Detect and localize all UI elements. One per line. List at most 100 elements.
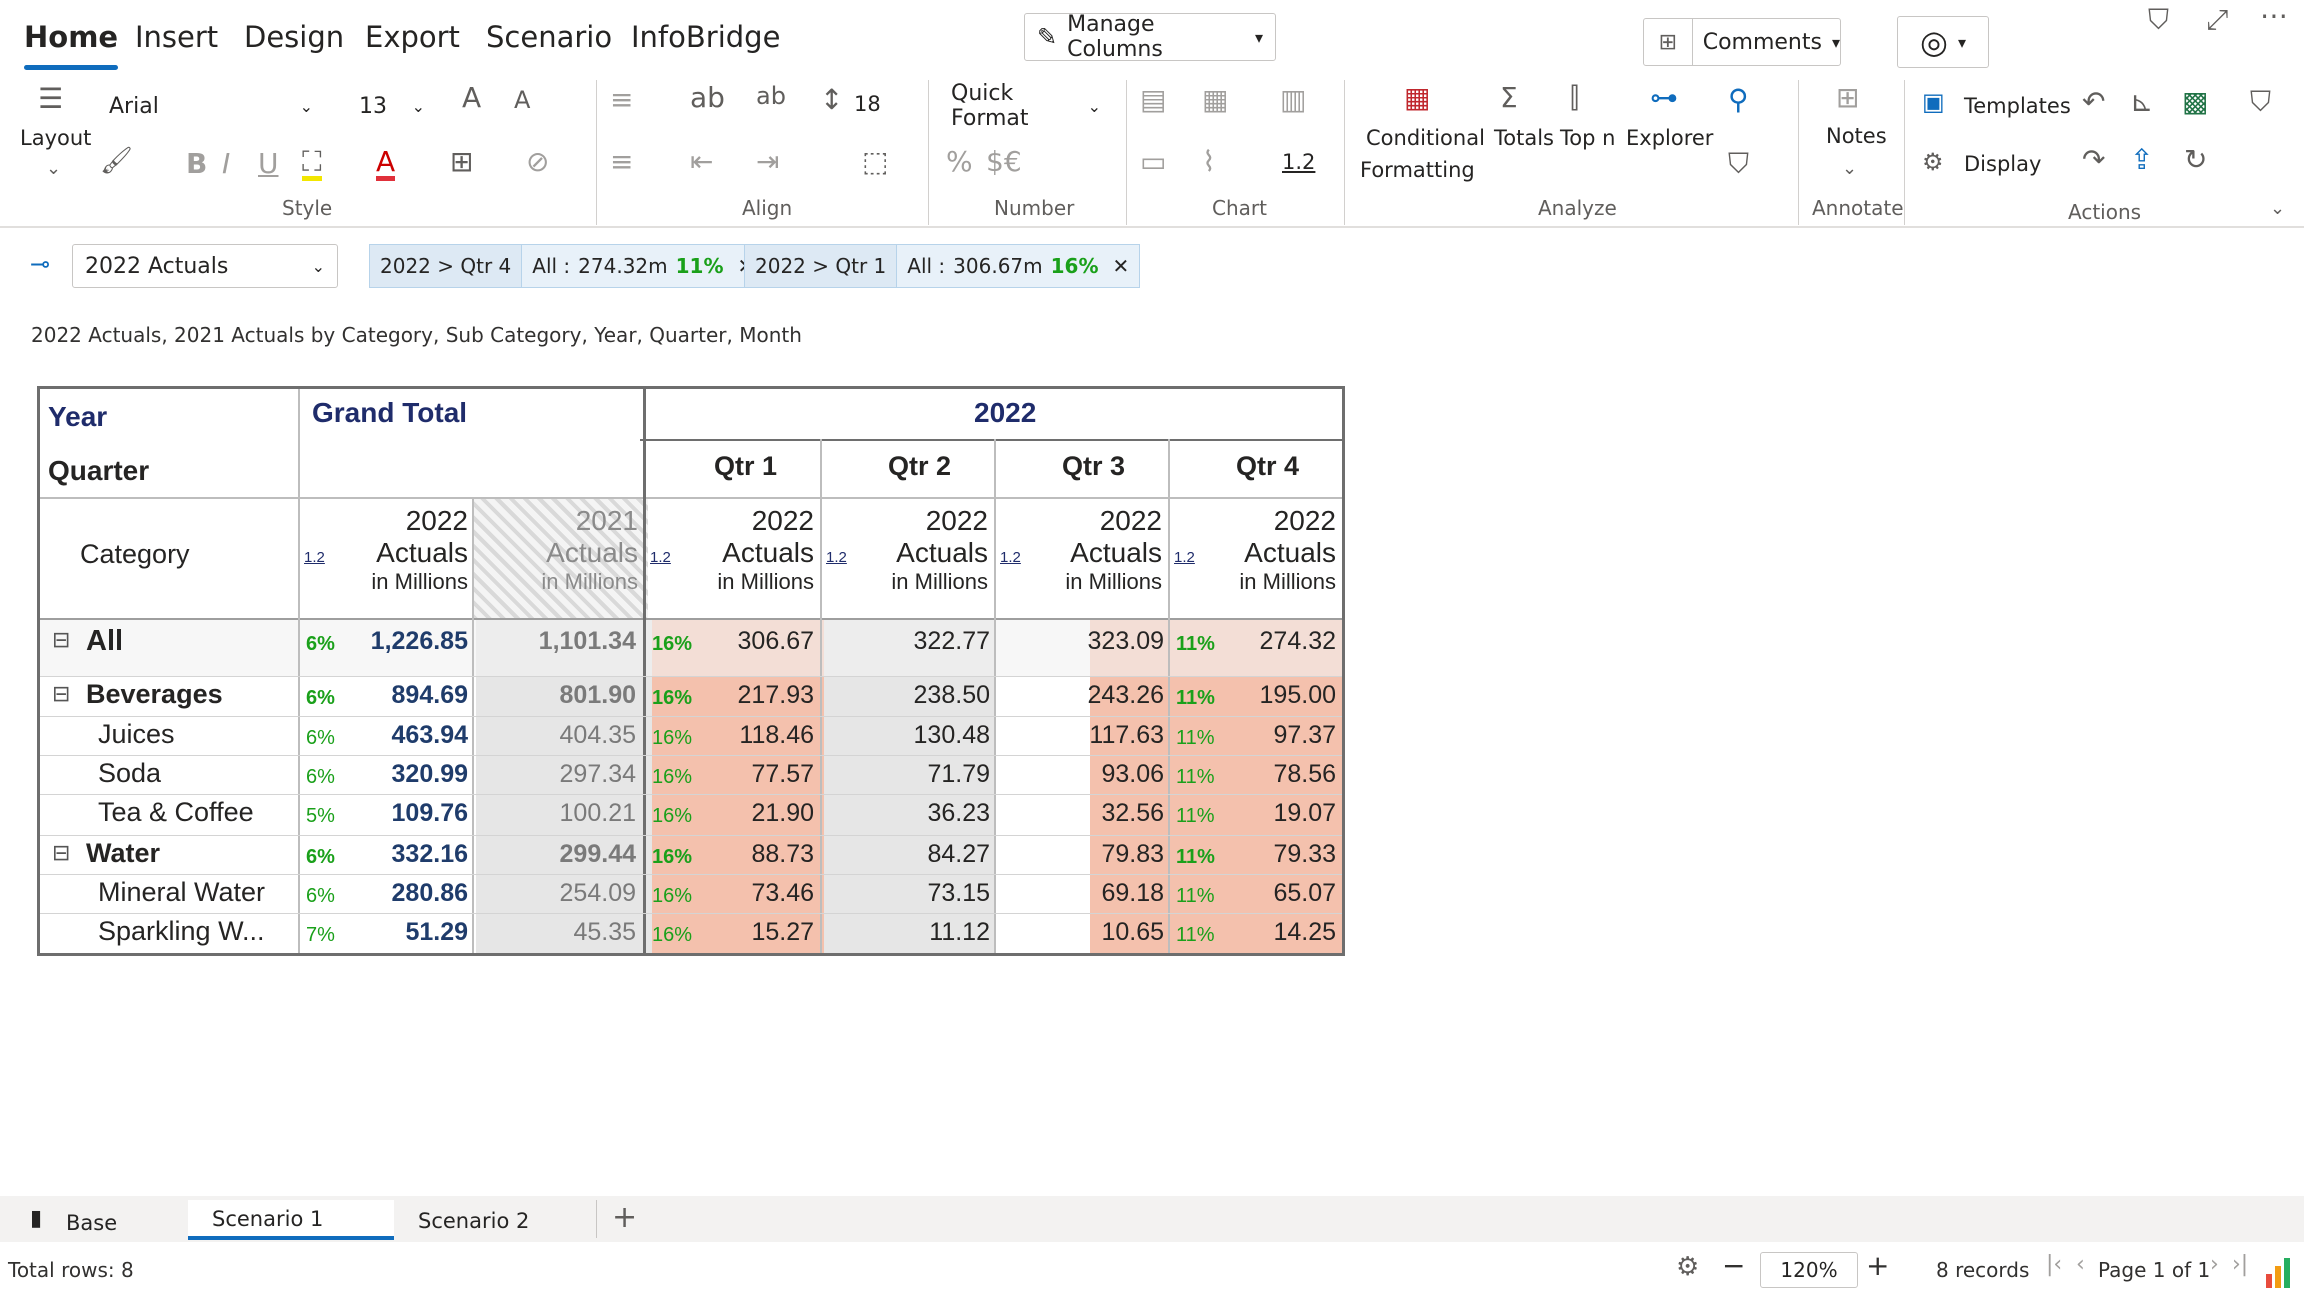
upload-icon[interactable]: ⇪ (2130, 146, 2153, 174)
filter-icon[interactable]: ⛉ (2148, 6, 2169, 34)
decrease-font-icon[interactable]: A (514, 88, 530, 112)
first-page-icon[interactable]: |‹ (2046, 1254, 2062, 1276)
borders-icon[interactable]: ⊞ (450, 148, 473, 176)
formatting-label[interactable]: Formatting (1360, 158, 1475, 182)
chevron-down-icon[interactable]: ⌄ (46, 160, 61, 178)
group-align-label: Align (742, 196, 793, 220)
tab-scenario-1[interactable]: Scenario 1 (212, 1207, 323, 1231)
conditional-formatting-icon[interactable]: ▦ (1404, 84, 1430, 112)
cell-padding-icon[interactable]: ⬚ (862, 148, 888, 176)
variance-pct: 11% (1176, 727, 1215, 749)
display-label[interactable]: Display (1964, 152, 2041, 176)
templates-icon[interactable]: ▣ (1922, 90, 1945, 114)
format-painter-icon[interactable]: 🖌 (100, 148, 133, 174)
grand-total-label: Grand Total (312, 397, 468, 428)
percent-icon[interactable]: % (946, 148, 973, 176)
quick-format-select[interactable]: Quick Format ⌄ (938, 81, 1114, 131)
bold-icon[interactable]: B (186, 150, 207, 178)
zoom-out-button[interactable]: − (1722, 1252, 1745, 1280)
collapse-icon[interactable]: ⊟ (52, 681, 70, 707)
bar-chart-icon[interactable]: ▤ (1140, 86, 1166, 114)
measure-header-line: 2021 (575, 505, 638, 536)
hide-icon[interactable]: ⊘ (526, 148, 549, 176)
add-tab-button[interactable]: + (612, 1200, 637, 1235)
refresh-icon[interactable]: ↻ (2184, 146, 2207, 174)
explorer-icon[interactable]: ⊶ (1650, 84, 1678, 112)
filter-chip-label: All : (532, 254, 571, 278)
tab-scenario[interactable]: Scenario (486, 20, 612, 54)
notes-icon[interactable]: ⊞ (1836, 84, 1859, 112)
tab-infobridge[interactable]: InfoBridge (631, 20, 780, 54)
format-clear-icon[interactable]: ⛉ (2250, 88, 2271, 116)
align-middle-icon[interactable]: ≡ (610, 148, 633, 176)
text-overflow-icon[interactable]: ab (756, 84, 786, 108)
comments-button[interactable]: ⊞ Comments ▾ (1643, 18, 1841, 66)
align-left-icon[interactable]: ≡ (610, 86, 633, 114)
line-height-value[interactable]: 18 (854, 92, 881, 116)
underline-icon[interactable]: U (258, 150, 279, 178)
chevron-down-icon: ⌄ (1087, 96, 1101, 116)
last-page-icon[interactable]: ›| (2232, 1254, 2248, 1276)
notes-label[interactable]: Notes (1826, 124, 1887, 148)
next-page-icon[interactable]: › (2210, 1254, 2219, 1276)
currency-icon[interactable]: $€ (986, 148, 1022, 176)
tab-design[interactable]: Design (244, 20, 344, 54)
row-label: Juices (98, 719, 175, 749)
font-color-icon[interactable]: A (376, 148, 396, 181)
fill-color-icon[interactable]: ⛶ (302, 148, 322, 181)
filter-chip-qtr4[interactable]: 2022 > Qtr 4 All : 274.32m 11% ✕ (369, 244, 766, 288)
gear-icon[interactable]: ⚙ (1922, 150, 1944, 174)
topn-icon[interactable]: ⫿ (1570, 84, 1579, 112)
redo-icon[interactable]: ↷ (2082, 146, 2105, 174)
collapse-ribbon-icon[interactable]: ⌄ (2270, 200, 2285, 218)
topn-label[interactable]: Top n (1560, 126, 1615, 150)
tab-home[interactable]: Home (24, 20, 119, 70)
chevron-down-icon[interactable]: ⌄ (1842, 160, 1857, 178)
tab-scenario-2[interactable]: Scenario 2 (418, 1209, 529, 1233)
stacked-chart-icon[interactable]: ▦ (1202, 86, 1228, 114)
user-menu-button[interactable]: ◎ ▾ (1897, 16, 1989, 68)
column-chart-icon[interactable]: ▥ (1280, 86, 1306, 114)
templates-label[interactable]: Templates (1964, 94, 2071, 118)
filter-chip-qtr1[interactable]: 2022 > Qtr 1 All : 306.67m 16% ✕ (744, 244, 1141, 288)
font-name-select[interactable]: Arial ⌄ (96, 86, 326, 126)
zoom-input[interactable]: 120% (1760, 1252, 1858, 1288)
text-wrap-icon[interactable]: ab (690, 84, 725, 112)
expand-icon[interactable]: ⤢ (2206, 6, 2228, 34)
indent-icon[interactable]: ⇥ (756, 148, 779, 176)
qtr3-value: 32.56 (1101, 799, 1164, 827)
undo-icon[interactable]: ↶ (2082, 88, 2105, 116)
italic-icon[interactable]: I (222, 150, 230, 178)
filter-icon[interactable]: ⛉ (1728, 150, 1749, 178)
gear-icon[interactable]: ⚙ (1676, 1254, 1699, 1280)
increase-font-icon[interactable]: A (462, 84, 481, 112)
outdent-icon[interactable]: ⇤ (690, 148, 713, 176)
excel-export-icon[interactable]: ▩ (2182, 88, 2208, 116)
prev-page-icon[interactable]: ‹ (2076, 1254, 2085, 1276)
manage-columns-button[interactable]: ✎ Manage Columns ▾ (1024, 12, 1276, 62)
ruler-icon[interactable]: ⊾ (2130, 88, 2153, 116)
variance-pct: 11% (1176, 924, 1215, 946)
search-icon[interactable]: ⚲ (1728, 86, 1749, 114)
close-icon[interactable]: ✕ (1113, 254, 1130, 278)
tab-export[interactable]: Export (365, 20, 460, 54)
line-height-icon[interactable]: ↕ (820, 86, 843, 114)
layout-icon[interactable]: ☰ (38, 85, 63, 113)
totals-icon[interactable]: Σ (1500, 84, 1518, 112)
more-options-icon[interactable]: ⋯ (2260, 2, 2288, 30)
scenario-select[interactable]: 2022 Actuals ⌄ (72, 244, 338, 288)
divider (596, 1200, 597, 1238)
layout-label[interactable]: Layout (20, 126, 91, 150)
variance-chart-icon[interactable]: ▭ (1140, 148, 1166, 176)
conditional-label[interactable]: Conditional (1366, 126, 1485, 150)
tab-insert[interactable]: Insert (135, 20, 218, 54)
totals-label[interactable]: Totals (1494, 126, 1554, 150)
sparkline-icon[interactable]: ⌇ (1202, 148, 1216, 176)
tab-base[interactable]: Base (66, 1211, 117, 1235)
collapse-icon[interactable]: ⊟ (52, 840, 70, 866)
font-size-select[interactable]: 13 ⌄ (346, 86, 438, 126)
zoom-in-button[interactable]: + (1866, 1252, 1889, 1280)
collapse-icon[interactable]: ⊟ (52, 627, 70, 653)
chart-decimal-button[interactable]: 1.2 (1282, 150, 1315, 174)
explorer-label[interactable]: Explorer (1626, 126, 1713, 150)
